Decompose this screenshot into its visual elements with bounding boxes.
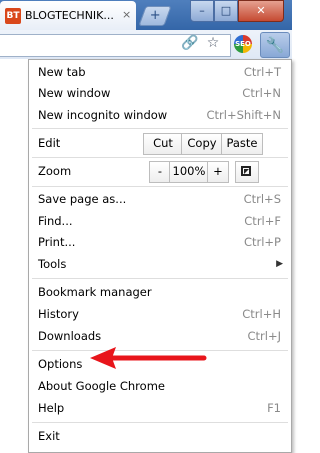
wrench-icon: 🔧 xyxy=(265,36,285,54)
menu-item-label: Bookmark manager xyxy=(38,285,152,299)
close-window-button[interactable]: ✕ xyxy=(238,0,284,22)
menu-item-label: History xyxy=(38,307,79,321)
copy-button[interactable]: Copy xyxy=(181,133,223,155)
menu-separator xyxy=(32,278,288,279)
menu-item-label: Exit xyxy=(38,429,60,443)
menu-item-find[interactable]: Find... Ctrl+F xyxy=(38,211,283,231)
bookmark-star-icon[interactable]: ☆ xyxy=(203,33,223,53)
menu-item-shortcut: Ctrl+P xyxy=(243,235,281,249)
fullscreen-button[interactable] xyxy=(235,161,259,183)
menu-item-label: Print... xyxy=(38,235,76,249)
menu-item-label: Find... xyxy=(38,214,73,228)
menu-separator xyxy=(32,186,288,187)
menu-separator xyxy=(32,422,288,423)
plus-icon: + xyxy=(149,8,161,23)
menu-item-about-google-chrome[interactable]: About Google Chrome xyxy=(38,376,283,396)
menu-item-label: Options xyxy=(38,357,83,371)
maximize-button[interactable]: □ xyxy=(214,0,238,22)
title-bar: BT BLOGTECHNIK... × + – □ ✕ xyxy=(0,0,292,30)
link-icon[interactable]: 🔗 xyxy=(180,33,200,53)
cut-button[interactable]: Cut xyxy=(143,133,183,155)
new-tab-button[interactable]: + xyxy=(138,6,172,26)
menu-item-label: Help xyxy=(38,401,65,415)
menu-item-shortcut: Ctrl+N xyxy=(242,86,281,100)
window-controls: – □ ✕ xyxy=(190,0,290,22)
zoom-out-button[interactable]: - xyxy=(149,161,171,183)
browser-toolbar: 🔗 ☆ SEO 🔧 xyxy=(0,30,292,60)
menu-item-shortcut: F1 xyxy=(267,401,281,415)
menu-item-shortcut: Ctrl+J xyxy=(247,329,282,343)
menu-item-history[interactable]: History Ctrl+H xyxy=(38,304,283,324)
menu-item-label: Edit xyxy=(38,136,61,150)
wrench-menu-button[interactable]: 🔧 xyxy=(260,32,290,58)
menu-item-new-tab[interactable]: New tab Ctrl+T xyxy=(38,62,283,82)
menu-item-new-incognito-window[interactable]: New incognito window Ctrl+Shift+N xyxy=(38,105,283,125)
menu-item-label: Zoom xyxy=(38,164,72,178)
menu-item-shortcut: Ctrl+H xyxy=(242,307,281,321)
zoom-in-button[interactable]: + xyxy=(207,161,229,183)
menu-separator xyxy=(32,157,288,158)
wrench-dropdown-menu: New tab Ctrl+T New window Ctrl+N New inc… xyxy=(28,59,292,453)
menu-item-shortcut: Ctrl+T xyxy=(243,65,281,79)
tab-close-icon[interactable]: × xyxy=(122,8,131,21)
seo-extension-icon[interactable]: SEO xyxy=(234,35,252,53)
zoom-level: 100% xyxy=(169,161,209,183)
menu-item-print[interactable]: Print... Ctrl+P xyxy=(38,232,283,252)
site-favicon: BT xyxy=(5,8,21,24)
paste-button[interactable]: Paste xyxy=(221,133,263,155)
menu-item-label: Downloads xyxy=(38,329,102,343)
submenu-arrow-icon: ▶ xyxy=(276,259,283,269)
tab-title: BLOGTECHNIK... xyxy=(25,9,114,22)
fullscreen-icon xyxy=(241,166,251,176)
menu-item-shortcut: Ctrl+F xyxy=(244,214,281,228)
menu-item-shortcut: Ctrl+S xyxy=(243,192,281,206)
menu-item-shortcut: Ctrl+Shift+N xyxy=(206,108,281,122)
annotation-arrow-icon xyxy=(90,347,207,369)
menu-item-downloads[interactable]: Downloads Ctrl+J xyxy=(38,326,283,346)
menu-item-label: New incognito window xyxy=(38,108,168,122)
menu-item-label: About Google Chrome xyxy=(38,379,165,393)
menu-separator xyxy=(32,128,288,129)
menu-item-edit: Edit xyxy=(38,133,98,153)
menu-item-new-window[interactable]: New window Ctrl+N xyxy=(38,83,283,103)
page-background xyxy=(0,59,28,453)
menu-item-label: Save page as... xyxy=(38,192,127,206)
minimize-button[interactable]: – xyxy=(190,0,214,22)
menu-item-label: Tools xyxy=(38,257,67,271)
menu-item-exit[interactable]: Exit xyxy=(38,426,283,446)
menu-item-label: New tab xyxy=(38,65,86,79)
menu-item-bookmark-manager[interactable]: Bookmark manager xyxy=(38,282,283,302)
menu-item-label: New window xyxy=(38,86,111,100)
menu-item-tools[interactable]: Tools ▶ xyxy=(38,254,283,274)
browser-tab[interactable]: BT BLOGTECHNIK... × xyxy=(0,1,136,30)
menu-item-save-page[interactable]: Save page as... Ctrl+S xyxy=(38,189,283,209)
menu-item-help[interactable]: Help F1 xyxy=(38,398,283,418)
menu-item-zoom: Zoom xyxy=(38,161,98,181)
